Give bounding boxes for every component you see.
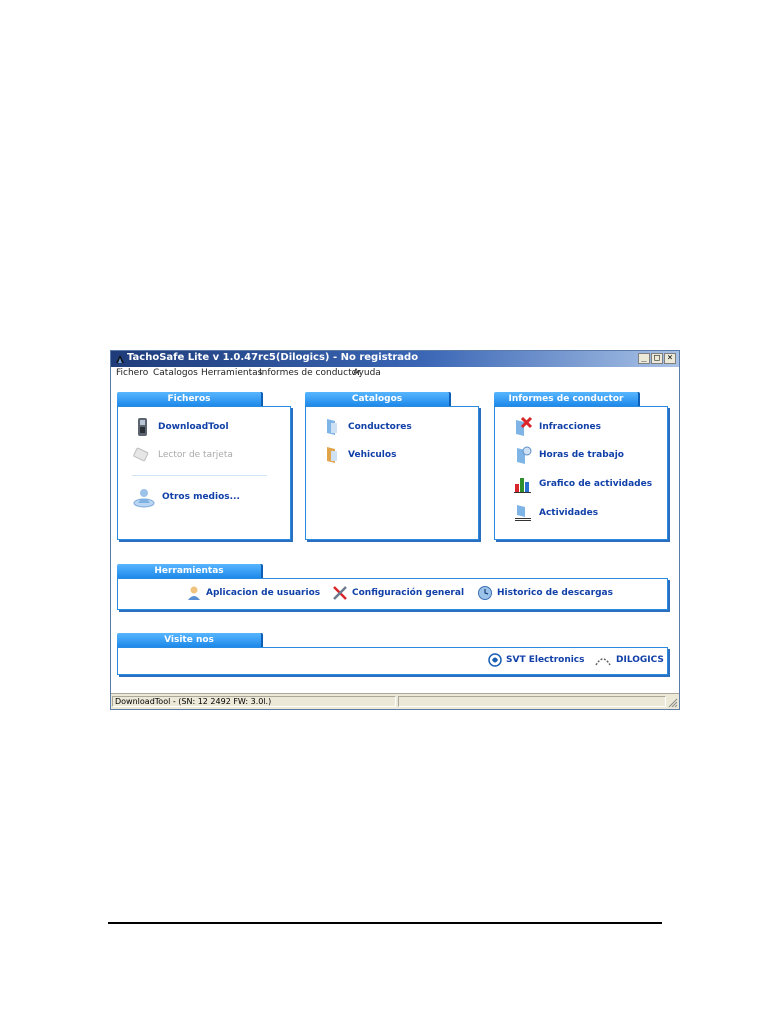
infracciones-link[interactable]: Infracciones: [513, 417, 601, 437]
menu-informes[interactable]: Informes de conductor: [259, 368, 361, 378]
status-text: DownloadTool - (SN: 12 2492 FW: 3.0l.): [112, 696, 396, 707]
informes-panel: Infracciones Horas de trabajo Grafico de…: [494, 406, 668, 540]
vehicle-icon: [327, 447, 337, 463]
lector-tarjeta-link[interactable]: Lector de tarjeta: [132, 445, 233, 465]
user-icon: [188, 586, 200, 600]
catalogos-panel: Conductores Vehiculos: [305, 406, 479, 540]
otros-medios-link[interactable]: Otros medios...: [132, 485, 240, 509]
ficheros-panel: DownloadTool Lector de tarjeta Otros med…: [117, 406, 291, 540]
configuracion-general-link[interactable]: Configuración general: [332, 585, 464, 601]
status-cell-empty: [398, 696, 666, 707]
ficheros-separator: [132, 475, 267, 476]
horas-trabajo-link[interactable]: Horas de trabajo: [513, 445, 624, 465]
downloadtool-link[interactable]: DownloadTool: [132, 417, 229, 437]
dilogics-link[interactable]: DILOGICS: [594, 653, 664, 667]
activities-icon: [515, 505, 531, 521]
menu-fichero[interactable]: Fichero: [116, 368, 148, 378]
tools-icon: [333, 586, 347, 600]
history-icon: [478, 586, 492, 600]
vehiculos-link[interactable]: Vehiculos: [322, 445, 396, 465]
actividades-link[interactable]: Actividades: [513, 503, 598, 523]
herramientas-tab: Herramientas: [117, 564, 261, 579]
aplicacion-usuarios-link[interactable]: Aplicacion de usuarios: [186, 585, 320, 601]
menu-catalogos[interactable]: Catalogos: [153, 368, 198, 378]
bar-chart-icon: [514, 478, 531, 493]
historico-descargas-link[interactable]: Historico de descargas: [477, 585, 613, 601]
minimize-button[interactable]: _: [638, 353, 650, 364]
app-icon: [116, 355, 124, 363]
ficheros-tab: Ficheros: [117, 392, 261, 407]
card-icon: [133, 447, 149, 462]
menu-herramientas[interactable]: Herramientas: [201, 368, 262, 378]
card-reader-icon: [138, 418, 147, 436]
menu-ayuda[interactable]: Ayuda: [353, 368, 381, 378]
driver-icon: [327, 419, 337, 435]
page-footer-rule: [108, 922, 662, 924]
infraction-icon: [516, 417, 533, 436]
close-button[interactable]: ×: [664, 353, 676, 364]
app-window: TachoSafe Lite v 1.0.47rc5(Dilogics) - N…: [110, 350, 680, 710]
informes-tab: Informes de conductor: [494, 392, 638, 407]
work-hours-icon: [517, 446, 532, 464]
herramientas-panel: Aplicacion de usuarios Configuración gen…: [117, 578, 668, 610]
menu-bar: Fichero Catalogos Herramientas Informes …: [111, 367, 679, 381]
svt-logo-icon: [488, 653, 502, 667]
dilogics-logo-icon: [595, 658, 611, 666]
disk-user-icon: [133, 489, 155, 508]
status-bar: DownloadTool - (SN: 12 2492 FW: 3.0l.): [111, 693, 679, 709]
svt-electronics-link[interactable]: SVT Electronics: [488, 653, 585, 667]
visite-panel: SVT Electronics DILOGICS: [117, 647, 668, 675]
visite-tab: Visite nos: [117, 633, 261, 648]
maximize-button[interactable]: □: [651, 353, 663, 364]
conductores-link[interactable]: Conductores: [322, 417, 412, 437]
window-title: TachoSafe Lite v 1.0.47rc5(Dilogics) - N…: [127, 352, 419, 363]
title-bar[interactable]: TachoSafe Lite v 1.0.47rc5(Dilogics) - N…: [111, 351, 679, 367]
grafico-actividades-link[interactable]: Grafico de actividades: [513, 474, 652, 494]
catalogos-tab: Catalogos: [305, 392, 449, 407]
resize-grip-icon[interactable]: [668, 698, 678, 708]
